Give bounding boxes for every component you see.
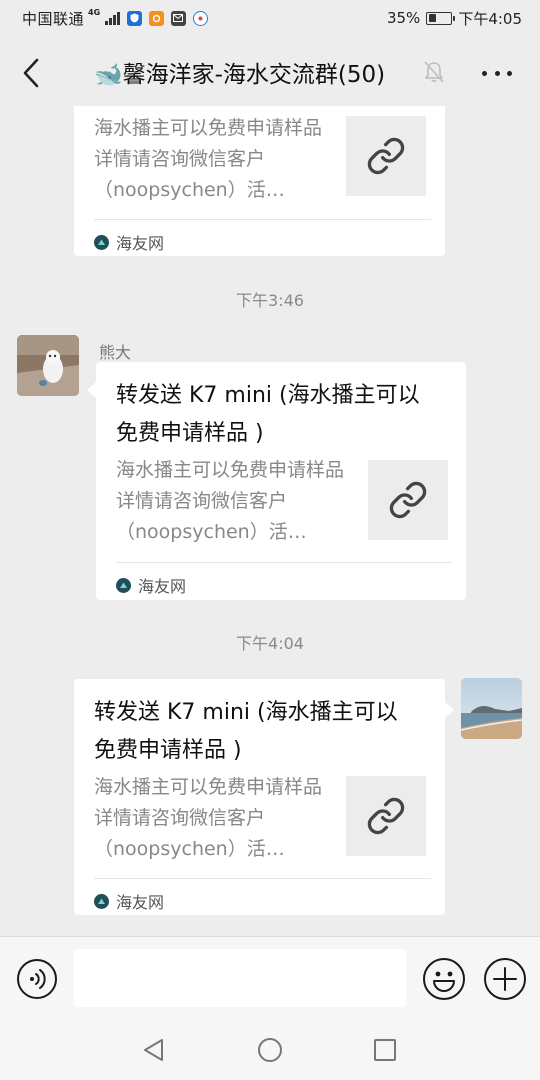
plus-icon (484, 958, 526, 1000)
chat-header: 🐋馨海洋家-海水交流群(50) (0, 40, 540, 106)
taobao-app-icon (148, 10, 164, 26)
message-input[interactable] (74, 949, 406, 1007)
circle-home-icon (258, 1038, 282, 1062)
clock: 下午4:05 (458, 9, 522, 28)
system-nav-bar (0, 1020, 540, 1080)
battery-percent: 35% (386, 9, 421, 27)
source-name: 海友网 (116, 234, 165, 253)
back-button[interactable] (14, 54, 48, 92)
mute-bell-icon (423, 60, 445, 88)
bubble-tail (87, 382, 96, 398)
signal-icon (105, 11, 120, 25)
nav-home-button[interactable] (256, 1036, 284, 1064)
link-card-title: 转发送 K7 mini (海水播主可以免费申请样品 ) (116, 383, 420, 446)
triangle-back-icon (144, 1039, 163, 1061)
link-icon (367, 797, 405, 835)
bubble-tail (445, 702, 454, 718)
link-card-message[interactable]: 海水播主可以免费申请样品详情请咨询微信客户（noopsychen）活… 海友网 (74, 106, 445, 256)
card-divider (94, 878, 431, 879)
link-card-message[interactable]: 转发送 K7 mini (海水播主可以免费申请样品 ) 海水播主可以免费申请样品… (74, 679, 445, 915)
smiley-icon (423, 958, 465, 1000)
nav-back-button[interactable] (140, 1036, 168, 1064)
link-card-source: 海友网 (116, 573, 186, 597)
network-type: 4G (88, 8, 101, 17)
chat-title: 🐋馨海洋家-海水交流群(50) (94, 62, 386, 88)
battery-icon (426, 11, 456, 25)
link-card-description: 海水播主可以免费申请样品详情请咨询微信客户（noopsychen）活… (116, 459, 345, 543)
status-bar: 中国联通 4G 35% 下午4:05 (0, 0, 540, 36)
square-recents-icon (374, 1039, 396, 1061)
input-bar (0, 936, 540, 1020)
voice-icon (17, 959, 57, 999)
link-card-message[interactable]: 转发送 K7 mini (海水播主可以免费申请样品 ) 海水播主可以免费申请样品… (96, 362, 466, 600)
link-icon (389, 481, 427, 519)
emoji-button[interactable] (422, 957, 466, 1001)
nav-recents-button[interactable] (371, 1036, 399, 1064)
link-card-source: 海友网 (94, 230, 164, 254)
sender-name: 熊大 (99, 343, 132, 362)
mail-app-icon (170, 10, 186, 26)
browser-app-icon (192, 10, 208, 26)
source-logo-icon (94, 234, 109, 250)
avatar[interactable] (17, 335, 79, 396)
avatar[interactable] (461, 678, 522, 739)
chat-area[interactable]: 海水播主可以免费申请样品详情请咨询微信客户（noopsychen）活… 海友网 … (0, 106, 540, 936)
card-divider (94, 219, 431, 220)
source-logo-icon (116, 577, 131, 593)
link-thumbnail (368, 460, 448, 540)
more-functions-button[interactable] (483, 957, 527, 1001)
link-card-description: 海水播主可以免费申请样品详情请咨询微信客户（noopsychen）活… (94, 776, 323, 860)
shield-app-icon (126, 10, 142, 26)
chat-title-wrap[interactable]: 🐋馨海洋家-海水交流群(50) (94, 55, 385, 89)
card-divider (116, 562, 452, 563)
link-card-source: 海友网 (94, 889, 164, 913)
link-thumbnail (346, 776, 426, 856)
voice-input-button[interactable] (16, 958, 58, 1000)
link-card-title: 转发送 K7 mini (海水播主可以免费申请样品 ) (94, 700, 398, 763)
source-logo-icon (94, 893, 109, 909)
time-stamp: 下午4:04 (236, 634, 304, 653)
link-thumbnail (346, 116, 426, 196)
source-name: 海友网 (138, 577, 187, 596)
source-name: 海友网 (116, 893, 165, 912)
carrier-name: 中国联通 (22, 9, 85, 28)
chevron-left-icon (23, 58, 39, 88)
time-stamp: 下午3:46 (236, 291, 304, 310)
more-options-button[interactable] (478, 60, 516, 86)
link-card-description: 海水播主可以免费申请样品详情请咨询微信客户（noopsychen）活… (94, 117, 323, 201)
link-icon (367, 137, 405, 175)
